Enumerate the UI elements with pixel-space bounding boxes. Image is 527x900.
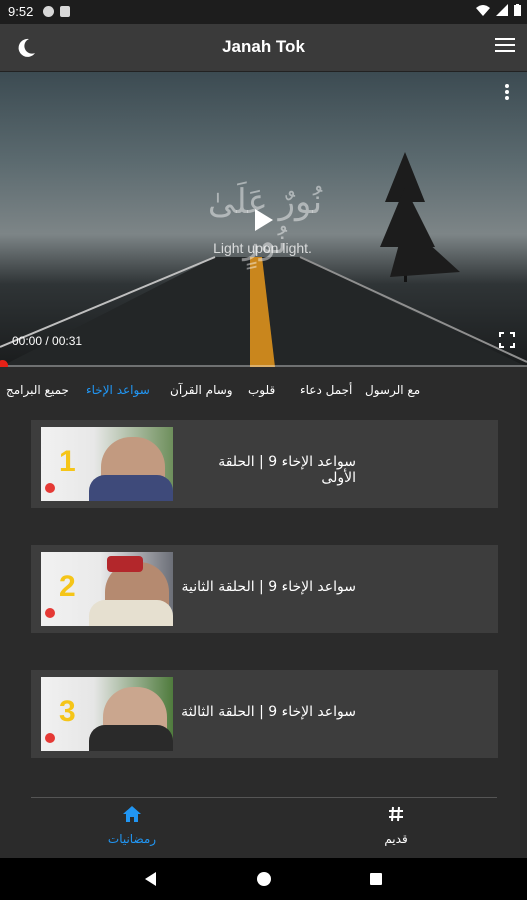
nav-label: قديم [384,832,408,846]
status-icons [476,4,521,16]
episode-thumbnail: 2 [41,552,173,626]
hash-icon [389,806,403,822]
episode-title: سواعد الإخاء 9 | الحلقة الأولى [218,454,356,486]
notification-icon [43,6,54,17]
video-time: 00:00 / 00:31 [12,334,83,348]
play-icon[interactable] [255,209,273,231]
tab-brotherhood-arms[interactable]: سواعد الإخاء [86,383,150,397]
video-more-icon[interactable] [505,84,511,102]
sd-card-icon [60,6,70,17]
episode-card[interactable]: 2 سواعد الإخاء 9 | الحلقة الثانية [31,545,498,633]
nav-ramadaniyat[interactable]: رمضانيات [52,806,212,846]
home-icon [123,806,141,822]
episode-number: 2 [59,570,76,603]
episode-title: سواعد الإخاء 9 | الحلقة الثانية [181,579,356,595]
episode-card[interactable]: 3 سواعد الإخاء 9 | الحلقة الثالثة [31,670,498,758]
app-title: Janah Tok [222,37,305,56]
app-bar: Janah Tok [0,24,527,72]
hamburger-menu-icon[interactable] [495,38,515,56]
category-tabs: مع الرسول أجمل دعاء قلوب وسام القرآن سوا… [0,378,527,406]
battery-icon [514,4,521,16]
system-navigation-bar [0,858,527,900]
video-progress-track[interactable] [0,365,527,367]
tab-hearts[interactable]: قلوب [248,383,275,397]
nav-old[interactable]: قديم [316,806,476,846]
status-time: 9:52 [8,4,34,19]
tab-all-programs[interactable]: جميع البرامج [6,383,69,397]
home-button-icon[interactable] [257,872,271,886]
video-english-overlay: Light upon light. [213,240,312,256]
episode-number: 1 [59,445,76,478]
bottom-navigation: رمضانيات قديم [0,798,527,858]
episode-thumbnail: 3 [41,677,173,751]
tab-quran-medal[interactable]: وسام القرآن [170,383,233,397]
episode-number: 3 [59,695,76,728]
episode-card[interactable]: 1 سواعد الإخاء 9 | الحلقة الأولى [31,420,498,508]
signal-icon [496,4,508,16]
fullscreen-icon[interactable] [499,332,515,348]
episode-title: سواعد الإخاء 9 | الحلقة الثالثة [181,704,356,720]
wifi-icon [476,5,490,16]
tab-with-the-prophet[interactable]: مع الرسول [365,383,420,397]
status-bar: 9:52 [0,0,527,24]
recent-apps-icon[interactable] [370,873,382,885]
video-player[interactable]: نُورٌ عَلَىٰ نُورٍ Light upon light. 00:… [0,72,527,367]
episode-thumbnail: 1 [41,427,173,501]
back-icon[interactable] [145,872,156,886]
tab-best-dua[interactable]: أجمل دعاء [300,383,352,397]
nav-label: رمضانيات [107,832,157,846]
